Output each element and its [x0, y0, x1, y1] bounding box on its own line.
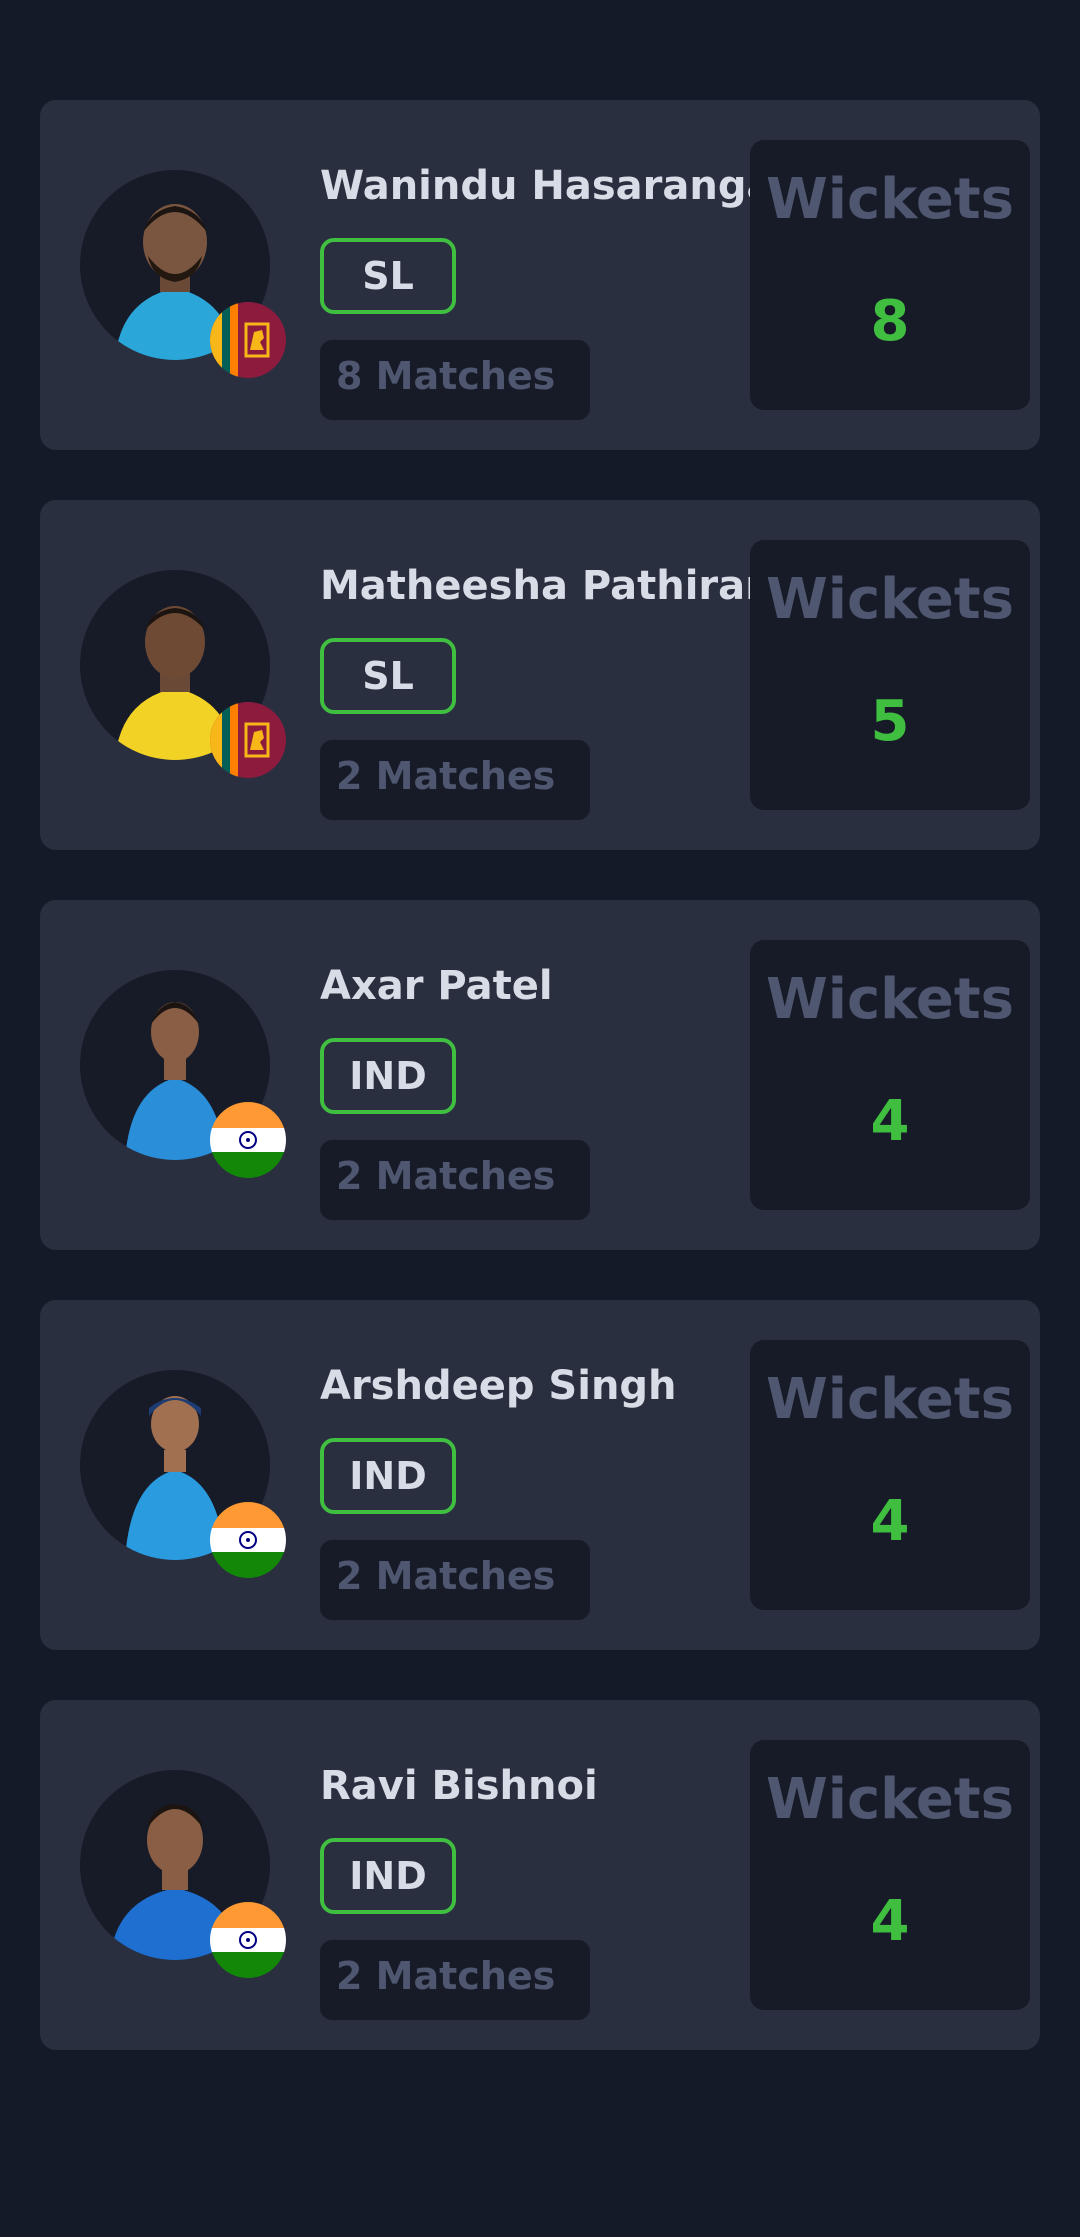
india-flag-icon [210, 1902, 286, 1978]
player-avatar-group [80, 1770, 286, 1978]
player-avatar-group [80, 570, 286, 778]
player-card[interactable]: Wanindu Hasaranga SL 8 Matches Wickets 8 [40, 100, 1040, 450]
sri-lanka-flag-icon [210, 702, 286, 778]
player-card[interactable]: Ravi Bishnoi IND 2 Matches Wickets 4 [40, 1700, 1040, 2050]
india-flag-icon [210, 1102, 286, 1178]
matches-count: 2 Matches [320, 1540, 590, 1620]
player-name: Axar Patel [320, 963, 553, 1009]
country-badge: IND [320, 1038, 456, 1114]
wickets-stat-box: Wickets 4 [750, 1740, 1030, 2010]
player-card[interactable]: Matheesha Pathirana SL 2 Matches Wickets… [40, 500, 1040, 850]
matches-count: 8 Matches [320, 340, 590, 420]
country-badge: SL [320, 238, 456, 314]
sri-lanka-flag-icon [210, 302, 286, 378]
player-name: Arshdeep Singh [320, 1363, 677, 1409]
stat-label: Wickets [766, 567, 1014, 632]
country-badge: IND [320, 1438, 456, 1514]
wickets-stat-box: Wickets 4 [750, 1340, 1030, 1610]
player-name: Ravi Bishnoi [320, 1763, 598, 1809]
wickets-stat-box: Wickets 8 [750, 140, 1030, 410]
player-card[interactable]: Arshdeep Singh IND 2 Matches Wickets 4 [40, 1300, 1040, 1650]
stat-label: Wickets [766, 1767, 1014, 1832]
player-avatar-group [80, 1370, 286, 1578]
matches-count: 2 Matches [320, 740, 590, 820]
india-flag-icon [210, 1502, 286, 1578]
player-avatar-group [80, 970, 286, 1178]
player-card[interactable]: Axar Patel IND 2 Matches Wickets 4 [40, 900, 1040, 1250]
wickets-stat-box: Wickets 4 [750, 940, 1030, 1210]
player-stats-list: Wanindu Hasaranga SL 8 Matches Wickets 8 [40, 100, 1040, 2100]
player-name: Matheesha Pathirana [320, 563, 790, 609]
stat-label: Wickets [766, 967, 1014, 1032]
stat-label: Wickets [766, 167, 1014, 232]
country-badge: IND [320, 1838, 456, 1914]
matches-count: 2 Matches [320, 1140, 590, 1220]
player-name: Wanindu Hasaranga [320, 163, 774, 209]
player-avatar-group [80, 170, 286, 378]
stat-value: 4 [870, 1089, 910, 1154]
stat-value: 5 [870, 689, 910, 754]
wickets-stat-box: Wickets 5 [750, 540, 1030, 810]
stat-value: 4 [870, 1889, 910, 1954]
stat-value: 8 [870, 289, 910, 354]
stat-label: Wickets [766, 1367, 1014, 1432]
stat-value: 4 [870, 1489, 910, 1554]
matches-count: 2 Matches [320, 1940, 590, 2020]
country-badge: SL [320, 638, 456, 714]
